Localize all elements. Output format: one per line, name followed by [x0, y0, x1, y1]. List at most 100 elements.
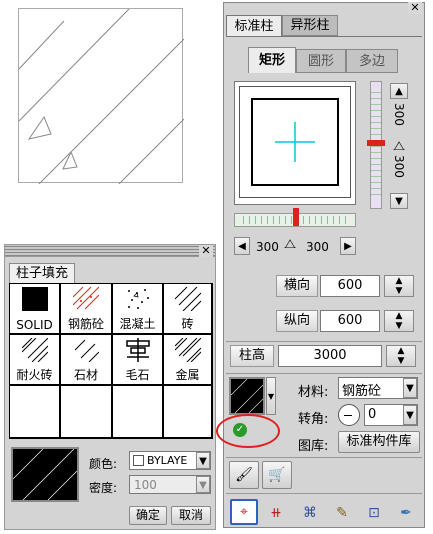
rotation-dropdown-icon[interactable]: ▼ [403, 405, 417, 425]
density-select[interactable]: 100 ▼ [129, 475, 211, 494]
pattern-label: 金属 [175, 368, 200, 382]
pattern-empty[interactable] [113, 386, 163, 438]
ruler-ticks [371, 92, 381, 200]
rc-swatch [73, 287, 99, 310]
frame-select-icon[interactable]: ⊡ [364, 503, 384, 523]
material-value: 钢筋砼 [342, 384, 382, 399]
brush-pick-icon: 🖌 [235, 467, 253, 483]
column-panel-close-button[interactable]: ✕ [408, 2, 422, 14]
vertical-up-icon[interactable]: ▲ [390, 83, 408, 99]
vertical-offset-ruler[interactable] [367, 81, 385, 209]
pattern-concrete[interactable]: 混凝土 [113, 284, 163, 334]
brick-swatch [174, 287, 201, 311]
fill-swatch-button[interactable] [229, 377, 265, 415]
pattern-label: 钢筋砼 [67, 317, 104, 331]
fill-swatch-dropdown-icon[interactable]: ▼ [266, 377, 276, 415]
dim-right-top[interactable]: 300 [390, 103, 408, 139]
column-height-stepper[interactable]: ▲ ▼ [386, 345, 416, 367]
fill-swatch-pattern [230, 378, 264, 414]
color-swatch [133, 455, 144, 466]
cancel-button[interactable]: 取消 [171, 506, 211, 525]
tab-standard-column[interactable]: 标准柱 [226, 15, 282, 37]
divider [226, 493, 422, 494]
rotation-dial-icon[interactable] [338, 404, 360, 426]
pattern-brick[interactable]: 砖 [164, 284, 212, 334]
check-icon[interactable]: ✓ [233, 423, 247, 437]
pattern-empty[interactable] [10, 386, 60, 438]
pattern-label: SOLID [16, 318, 53, 332]
ok-button[interactable]: 确定 [129, 506, 167, 525]
column-panel: ✕ 标准柱 异形柱 矩形 圆形 多边 ▲ 300 ⧍ 300 ▼ ◀ 300 ⧍… [216, 2, 425, 528]
vertical-down-icon[interactable]: ▼ [390, 193, 408, 209]
dim-bottom-left[interactable]: 300 [256, 240, 279, 254]
flip-horizontal-icon[interactable]: ⧍ [284, 237, 296, 252]
tab-polygon[interactable]: 多边 [346, 49, 398, 73]
vertical-offset-handle[interactable] [367, 140, 385, 146]
firebrick-swatch [21, 338, 48, 362]
pattern-label: 混凝土 [119, 317, 156, 331]
material-select[interactable]: 钢筋砼 ▼ [338, 377, 418, 399]
grid-area-icon[interactable]: ⌘ [300, 503, 320, 523]
divider [226, 457, 422, 458]
axis-intersection-icon[interactable]: ⧺ [266, 503, 286, 523]
density-dropdown-icon[interactable]: ▼ [196, 476, 210, 493]
color-label: 颜色: [89, 457, 118, 471]
pattern-empty[interactable] [164, 386, 212, 438]
pattern-label: 砖 [181, 317, 194, 331]
rotation-value: 0 [368, 407, 377, 422]
highlight-circle [216, 414, 280, 448]
pattern-solid[interactable]: SOLID [10, 284, 60, 334]
divider [226, 341, 422, 342]
tab-special-column[interactable]: 异形柱 [282, 15, 338, 36]
color-dropdown-icon[interactable]: ▼ [196, 452, 210, 469]
library-button[interactable]: 标准构件库 [338, 431, 420, 453]
horizontal-size-stepper[interactable]: ▲ ▼ [384, 275, 414, 297]
horizontal-offset-ruler[interactable] [234, 208, 356, 227]
stone-swatch [74, 339, 99, 362]
pattern-stone[interactable]: 石材 [61, 335, 112, 385]
pattern-rubble[interactable]: 毛石 [113, 335, 163, 385]
density-value: 100 [134, 478, 157, 492]
fill-panel-grip[interactable] [5, 245, 215, 257]
pattern-metal[interactable]: 金属 [164, 335, 212, 385]
vertical-size-input[interactable]: 600 [320, 310, 380, 332]
rotation-select[interactable]: 0 ▼ [364, 404, 418, 426]
flip-vertical-icon[interactable]: ⧍ [390, 139, 408, 154]
tab-circle[interactable]: 圆形 [296, 49, 346, 73]
column-height-input[interactable]: 3000 [278, 345, 382, 367]
material-dropdown-icon[interactable]: ▼ [403, 378, 417, 398]
horizontal-offset-handle[interactable] [293, 208, 299, 226]
along-wall-icon[interactable]: ✎ [332, 503, 352, 523]
library-label: 图库: [298, 439, 329, 454]
solid-swatch [21, 287, 48, 311]
shape-preview [234, 81, 356, 205]
pattern-label: 石材 [73, 368, 98, 382]
pattern-empty[interactable] [61, 386, 112, 438]
concrete-swatch [127, 289, 149, 309]
rotation-dial-needle [344, 415, 352, 416]
eyedropper-icon[interactable]: ✒ [396, 503, 416, 523]
density-label: 密度: [89, 481, 118, 495]
dim-bottom-right[interactable]: 300 [306, 240, 329, 254]
horizontal-size-input[interactable]: 600 [320, 275, 380, 297]
pattern-label: 毛石 [125, 368, 150, 382]
fill-panel-tab[interactable]: 柱子填充 [9, 263, 75, 283]
color-select[interactable]: BYLAYE ▼ [129, 451, 211, 470]
horizontal-size-label: 横向 [276, 275, 318, 297]
tab-divider [226, 36, 422, 37]
point-insert-icon: ⌖ [240, 504, 248, 520]
tab-rectangle[interactable]: 矩形 [248, 47, 296, 73]
fill-panel-close-button[interactable]: ✕ [199, 245, 213, 257]
pattern-rc[interactable]: 钢筋砼 [61, 284, 112, 334]
color-value: BYLAYE [147, 454, 188, 467]
replace-column-button[interactable]: 🛒 [262, 461, 292, 489]
pick-column-button[interactable]: 🖌 [229, 461, 259, 489]
horizontal-left-icon[interactable]: ◀ [234, 237, 250, 255]
horizontal-right-icon[interactable]: ▶ [340, 237, 356, 255]
vertical-size-stepper[interactable]: ▲ ▼ [384, 310, 414, 332]
fill-panel: ✕ 柱子填充 SOLID 钢筋砼 混凝土 砖 耐火砖 石材 毛石 金属 颜色: … [4, 244, 216, 530]
pattern-firebrick[interactable]: 耐火砖 [10, 335, 60, 385]
dim-right-bottom[interactable]: 300 [390, 155, 408, 191]
insert-point-button[interactable]: ⌖ [230, 499, 258, 525]
rubble-swatch [125, 338, 150, 362]
